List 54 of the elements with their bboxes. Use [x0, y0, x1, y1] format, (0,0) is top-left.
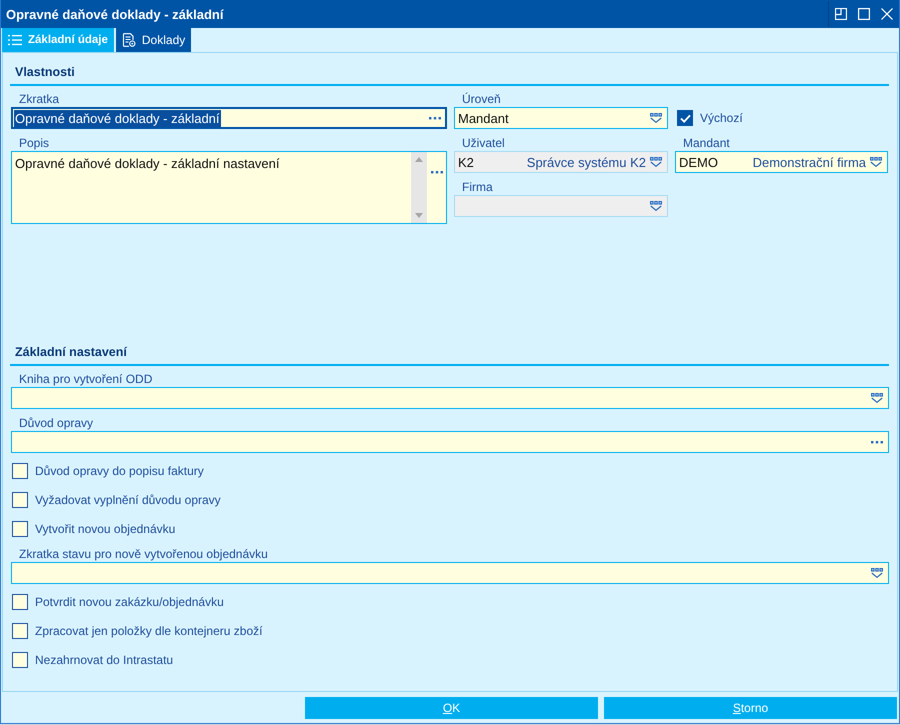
field-value: DEMO — [678, 154, 719, 170]
dropdown-field[interactable]: DEMO Demonstrační firma — [675, 151, 888, 173]
checkbox[interactable] — [12, 594, 28, 610]
field-label: Důvod opravy — [19, 416, 94, 431]
field-label: Zkratka stavu pro nově vytvořenou objednávku — [19, 547, 268, 562]
field-label: Mandant — [683, 136, 730, 151]
field-value: K2 — [457, 154, 475, 170]
lookup-name: Demonstrační firma — [752, 154, 866, 170]
lookup-name: Správce systému K2 — [526, 154, 646, 170]
checkbox-label: Nezahrnovat do Intrastatu — [35, 653, 174, 667]
field-value: Mandant — [457, 110, 510, 126]
field-value: Opravné daňové doklady - základní nastavení — [14, 155, 280, 172]
list-icon — [8, 34, 22, 46]
dropdown-field[interactable] — [11, 562, 889, 584]
ellipsis-icon[interactable] — [431, 171, 443, 174]
section-heading: Vlastnosti — [15, 64, 75, 80]
checkbox[interactable] — [12, 492, 28, 508]
dropdown-icon[interactable] — [871, 393, 883, 403]
checkmark-icon — [680, 114, 690, 122]
checkbox[interactable] — [12, 463, 28, 479]
dropdown-icon[interactable] — [871, 568, 883, 578]
checkbox-label: Výchozí — [700, 111, 743, 125]
field-label: Kniha pro vytvoření ODD — [19, 372, 152, 387]
dropdown-icon[interactable] — [870, 157, 882, 167]
section-heading: Základní nastavení — [15, 344, 127, 360]
restore-icon[interactable] — [835, 8, 847, 20]
checkbox-label: Zpracovat jen položky dle kontejneru zboží — [35, 624, 262, 638]
input-field[interactable]: Opravné daňové doklady - základní — [11, 107, 447, 129]
close-icon[interactable] — [881, 8, 893, 20]
field-label: Popis — [19, 136, 50, 151]
document-icon — [122, 33, 136, 47]
dropdown-field[interactable]: Mandant — [454, 107, 668, 129]
checkbox[interactable] — [12, 521, 28, 537]
window-title: Opravné daňové doklady - základní — [6, 6, 224, 22]
checkbox-label: Potvrdit novou zakázku/objednávku — [35, 595, 224, 609]
checkbox-label: Vyžadovat vyplnění důvodu opravy — [35, 493, 221, 507]
dropdown-icon[interactable] — [650, 113, 662, 123]
field-label: Zkratka — [19, 92, 60, 107]
checkbox[interactable] — [12, 623, 28, 639]
tab[interactable]: Doklady — [116, 28, 192, 52]
field-label: Úroveň — [462, 92, 501, 107]
maximize-icon[interactable] — [858, 8, 870, 20]
checkbox-label: Vytvořit novou objednávku — [35, 522, 176, 536]
field-label: Uživatel — [462, 136, 505, 151]
field-label: Firma — [462, 180, 493, 195]
dropdown-field[interactable] — [11, 387, 889, 409]
text-area[interactable]: Opravné daňové doklady - základní nastavení — [11, 151, 447, 224]
field-value: Opravné daňové doklady - základní — [14, 110, 221, 126]
checkbox-label: Důvod opravy do popisu faktury — [35, 464, 204, 478]
checkbox[interactable] — [12, 652, 28, 668]
checkbox[interactable] — [677, 110, 693, 126]
input-field[interactable] — [11, 431, 889, 453]
ellipsis-icon[interactable] — [871, 440, 883, 444]
ellipsis-icon[interactable] — [429, 116, 441, 120]
